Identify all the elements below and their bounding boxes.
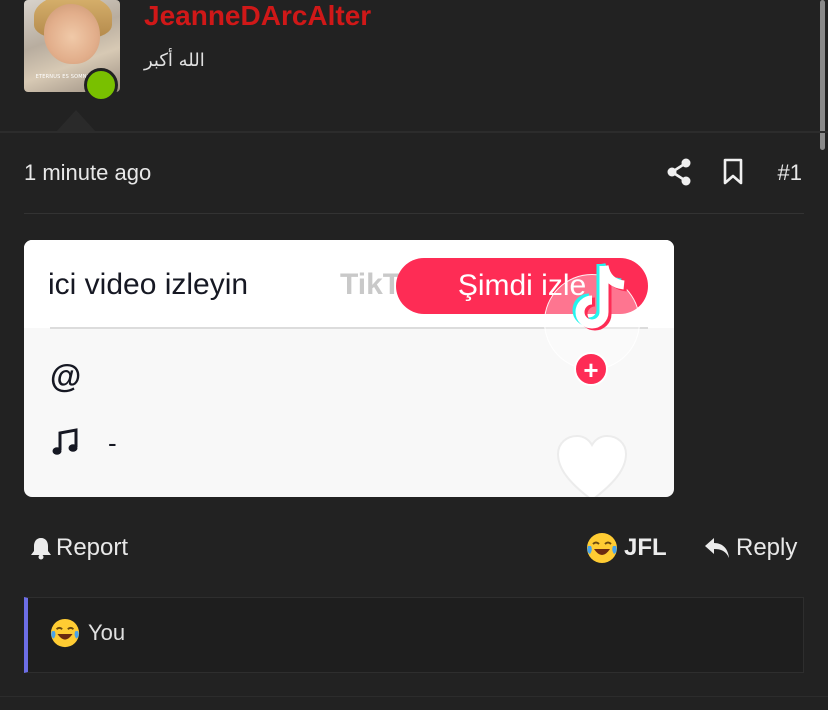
username-link[interactable]: JeanneDArcAlter [144, 0, 371, 32]
reaction-label: JFL [624, 534, 667, 561]
reactions-summary-content: You [50, 618, 125, 648]
header-divider [0, 131, 828, 133]
heart-icon[interactable] [554, 434, 630, 497]
follow-plus-button[interactable]: + [574, 352, 608, 386]
post-meta-row: 1 minute ago #1 [24, 150, 804, 196]
reactions-summary[interactable]: You [24, 597, 804, 673]
avatar-face [44, 4, 100, 64]
embed-promo-text: ici video izleyin [48, 268, 249, 301]
music-note-icon [52, 428, 78, 455]
author-handle[interactable]: @ [50, 358, 81, 395]
music-title[interactable]: - [108, 428, 117, 459]
embed-brand-text: TikT [340, 268, 402, 301]
joy-emoji-icon [50, 618, 80, 648]
reaction-button[interactable]: JFL [586, 532, 667, 564]
report-label: Report [56, 534, 129, 561]
post-number-link[interactable]: #1 [778, 160, 802, 186]
message-arrow [56, 110, 96, 132]
reply-button[interactable]: Reply [704, 534, 797, 562]
post-actions-row: Report JFL Reply [24, 530, 804, 570]
post-header: ETERNUS ES SOMNI DECRE JeanneDArcAlter ا… [0, 0, 828, 133]
bookmark-icon[interactable] [722, 158, 744, 186]
tiktok-embed[interactable]: ici video izleyin TikT Şimdi izle + @ - [24, 240, 674, 497]
online-status-indicator [84, 68, 118, 102]
reply-icon [705, 538, 729, 558]
user-title: الله أكبر [144, 50, 205, 71]
report-button[interactable]: Report [30, 534, 128, 562]
post-timestamp[interactable]: 1 minute ago [24, 160, 151, 186]
share-icon[interactable] [666, 158, 692, 186]
tiktok-logo-icon[interactable] [566, 260, 636, 340]
reply-label: Reply [736, 534, 798, 561]
bottom-divider [0, 696, 828, 697]
bell-icon [31, 538, 51, 560]
joy-emoji-icon [587, 533, 617, 563]
reactions-summary-text: You [88, 620, 126, 645]
meta-divider [24, 213, 804, 214]
